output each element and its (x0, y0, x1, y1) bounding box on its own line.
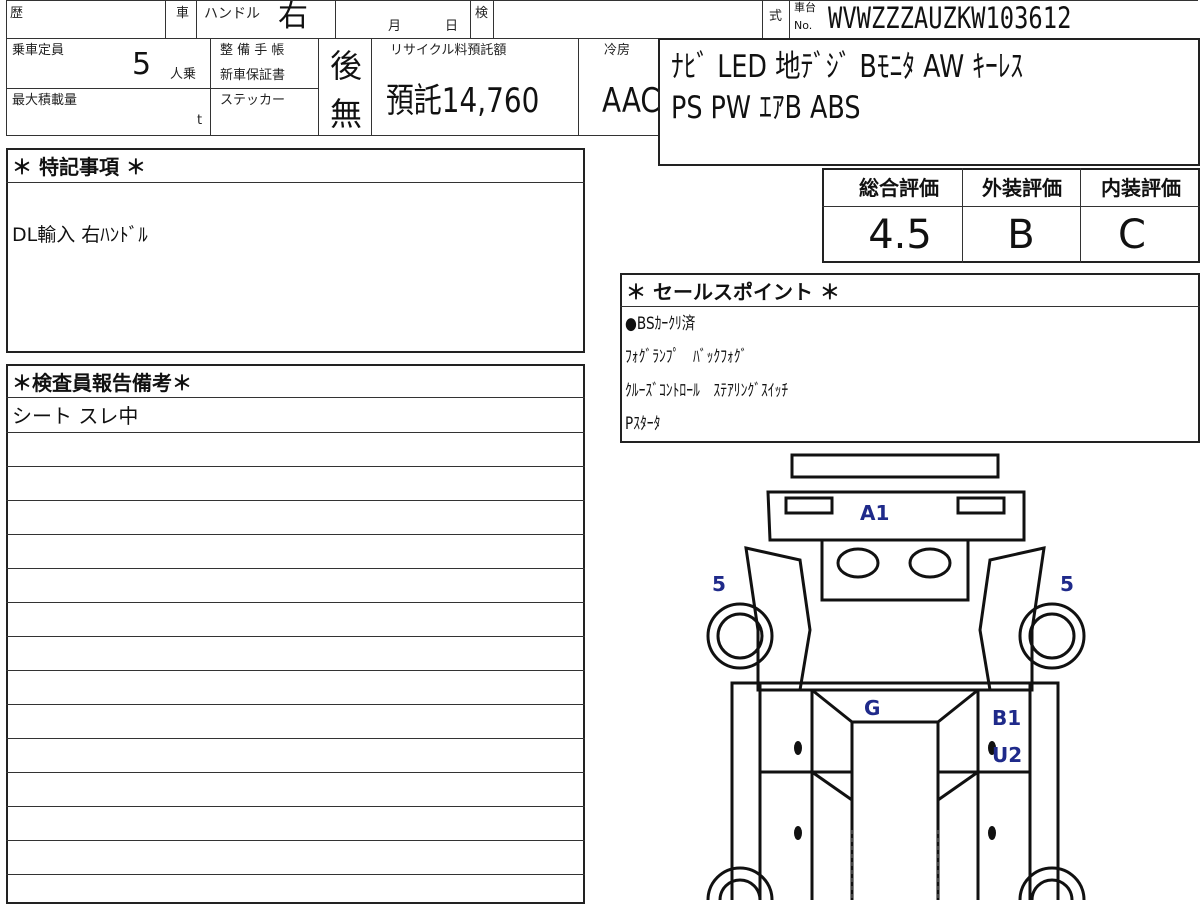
left-headlight-shape (784, 496, 834, 515)
roof-shape (850, 720, 940, 900)
door-handles (794, 741, 996, 840)
left-front-wheel-inner (716, 612, 764, 660)
damage-mark-left-wheel: 5 (712, 572, 726, 596)
door-handle (988, 826, 996, 840)
right-fender-shape (978, 546, 1046, 692)
right-headlight-shape (956, 496, 1006, 515)
damage-mark-right-wheel: 5 (1060, 572, 1074, 596)
damage-mark-g: G (864, 696, 880, 720)
door-handle (794, 826, 802, 840)
damage-mark-b1: B1 (992, 706, 1021, 730)
damage-mark-u2: U2 (992, 743, 1022, 767)
right-front-wheel-inner (1028, 612, 1076, 660)
right-hood-circle (908, 547, 952, 579)
door-handle (794, 741, 802, 755)
car-outline (706, 453, 1086, 900)
damage-mark-a1: A1 (860, 501, 889, 525)
left-hood-circle (836, 547, 880, 579)
front-bumper-shape (790, 453, 1000, 479)
car-damage-diagram: A1 5 5 G B1 U2 (706, 453, 1086, 900)
